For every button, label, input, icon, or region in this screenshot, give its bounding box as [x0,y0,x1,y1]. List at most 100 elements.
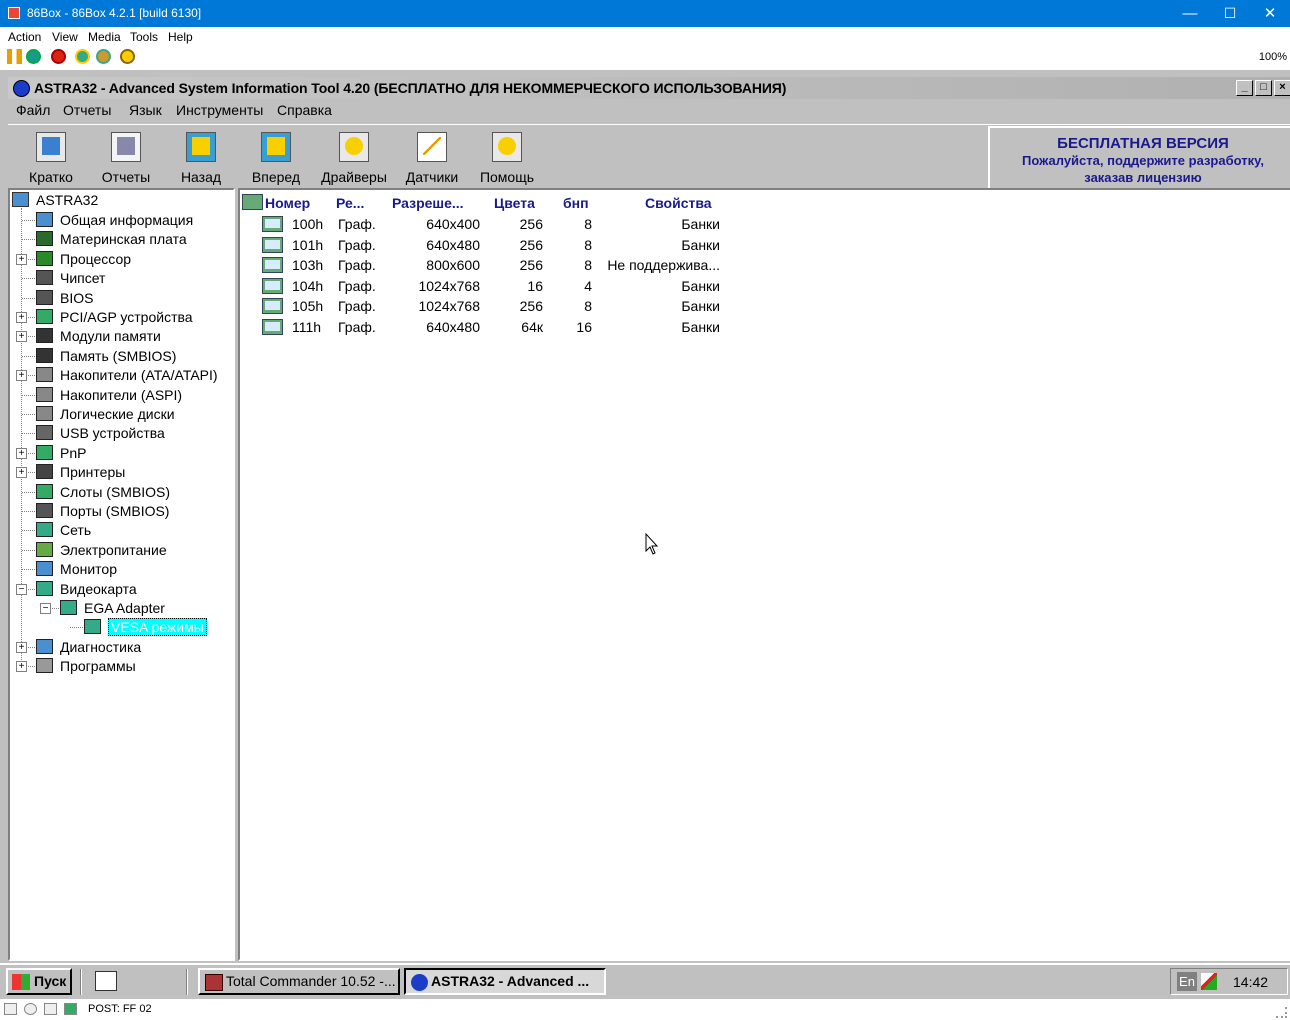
memory-smbios-icon [36,347,53,363]
menu-action[interactable]: Action [8,30,41,44]
title-bar: 86Box - 86Box 4.2.1 [build 6130] — ☐ ✕ [0,0,1290,27]
expand-toggle[interactable]: + [16,253,27,265]
astra-menu-bar: Файл Отчеты Язык Инструменты Справка [8,100,1290,122]
reports-button[interactable]: Отчеты [91,129,161,189]
table-cell: 256 [519,298,543,315]
language-indicator[interactable]: En [1177,972,1197,991]
pause-icon[interactable] [7,49,22,64]
task-total-commander[interactable]: Total Commander 10.52 -... [198,968,400,995]
back-button[interactable]: Назад [166,129,236,189]
vesa-modes-table[interactable]: Номер Ре... Разреше... Цвета бнп Свойств… [238,188,1290,961]
col-bpp[interactable]: бнп [563,195,589,211]
reset-icon[interactable] [26,49,41,64]
astra-close-button[interactable]: × [1274,80,1290,96]
tree-view[interactable]: ASTRA32 Общая информация Материнская плат… [8,188,235,961]
ports-smbios-icon [36,503,53,518]
col-colors[interactable]: Цвета [494,195,535,211]
table-cell: Не поддержива... [607,257,720,274]
summary-icon [32,129,70,165]
table-row[interactable]: 101h Граф. 640x480 256 8 Банки [240,235,840,255]
expand-toggle[interactable]: − [16,583,27,595]
table-cell: Банки [681,216,720,232]
tree-label: Сеть [60,522,92,539]
display-mode-icon [262,216,283,232]
expand-toggle[interactable]: + [16,447,27,459]
menu-media[interactable]: Media [88,30,121,44]
tree-label: Материнская плата [60,231,187,248]
menu-help-ru[interactable]: Справка [277,102,332,118]
expand-toggle[interactable]: + [16,641,27,653]
astra-minimize-button[interactable]: _ [1236,80,1253,96]
table-row[interactable]: 105h Граф. 1024x768 256 8 Банки [240,296,840,316]
astra-maximize-button[interactable]: □ [1255,80,1272,96]
menu-view[interactable]: View [52,30,78,44]
table-cell: 4 [584,277,592,294]
table-row[interactable]: 104h Граф. 1024x768 16 4 Банки [240,276,840,296]
task-astra32[interactable]: ASTRA32 - Advanced ... [404,968,606,995]
tree-label: VESA режимы [108,618,207,637]
free-version-banner[interactable]: БЕСПЛАТНАЯ ВЕРСИЯ Пожалуйста, поддержите… [988,126,1290,190]
hdd-icon[interactable] [44,1003,57,1015]
close-button[interactable]: ✕ [1250,0,1290,27]
ega-adapter-icon [60,600,77,615]
table-cell: Граф. [338,319,376,335]
start-button[interactable]: Пуск [6,968,72,995]
table-cell: Граф. [338,298,376,315]
astra-task-icon [411,974,428,991]
astra-logo-icon [13,80,30,97]
reports-label: Отчеты [101,169,151,185]
expand-toggle[interactable]: − [40,603,51,614]
antivirus-icon[interactable] [1201,973,1217,990]
settings-icon[interactable] [120,49,135,64]
menu-tools[interactable]: Tools [130,30,158,44]
expand-toggle[interactable]: + [16,467,27,479]
storage-ata-icon [36,367,53,383]
tree-label: Память (SMBIOS) [60,347,177,364]
summary-button[interactable]: Кратко [16,129,86,189]
promo-line-2: Пожалуйста, поддержите разработку, [1022,153,1264,168]
display-mode-icon [262,257,283,274]
help-button[interactable]: Помощь [472,129,542,189]
table-row[interactable]: 100h Граф. 640x400 256 8 Банки [240,214,840,234]
table-row[interactable]: 111h Граф. 640x480 64к 16 Банки [240,317,840,337]
col-number[interactable]: Номер [265,195,310,211]
menu-reports[interactable]: Отчеты [63,102,111,118]
storage-aspi-icon [36,386,53,402]
col-resolution[interactable]: Разреше... [392,195,464,211]
slots-smbios-icon [36,483,53,499]
expand-toggle[interactable]: + [16,331,27,343]
diagnostics-icon [36,638,53,654]
tree-label: USB устройства [60,425,165,442]
back-arrow-icon [182,129,220,165]
col-mode[interactable]: Ре... [336,195,364,211]
table-cell: 800x600 [426,257,480,274]
expand-toggle[interactable]: + [16,661,27,673]
memory-modules-icon [36,328,53,344]
floppy-drive-icon[interactable] [4,1003,17,1015]
menu-tools-ru[interactable]: Инструменты [176,102,263,118]
pnp-icon [36,444,53,460]
drivers-button[interactable]: Драйверы [316,129,392,189]
menu-language[interactable]: Язык [129,102,162,118]
quick-launch-icon[interactable] [95,971,117,991]
menu-file[interactable]: Файл [16,102,50,118]
network-icon[interactable] [64,1003,77,1015]
minimize-button[interactable]: — [1170,0,1210,27]
logical-disks-icon [36,406,53,421]
maximize-button[interactable]: ☐ [1210,0,1250,27]
processor-icon [36,250,53,266]
table-cell: Банки [681,298,720,315]
resize-grip-icon[interactable] [1276,1007,1287,1018]
menu-help[interactable]: Help [168,30,193,44]
forward-button[interactable]: Вперед [241,129,311,189]
cdrom-icon[interactable] [24,1003,37,1015]
expand-toggle[interactable]: + [16,370,27,382]
chipset-icon [36,270,53,286]
ctrl-alt-del-icon[interactable] [75,49,90,64]
power-icon[interactable] [51,49,66,64]
col-properties[interactable]: Свойства [645,195,712,211]
table-row[interactable]: 103h Граф. 800x600 256 8 Не поддержива... [240,255,840,275]
expand-toggle[interactable]: + [16,312,27,323]
ctrl-alt-esc-icon[interactable] [96,49,111,64]
sensors-button[interactable]: Датчики [397,129,467,189]
